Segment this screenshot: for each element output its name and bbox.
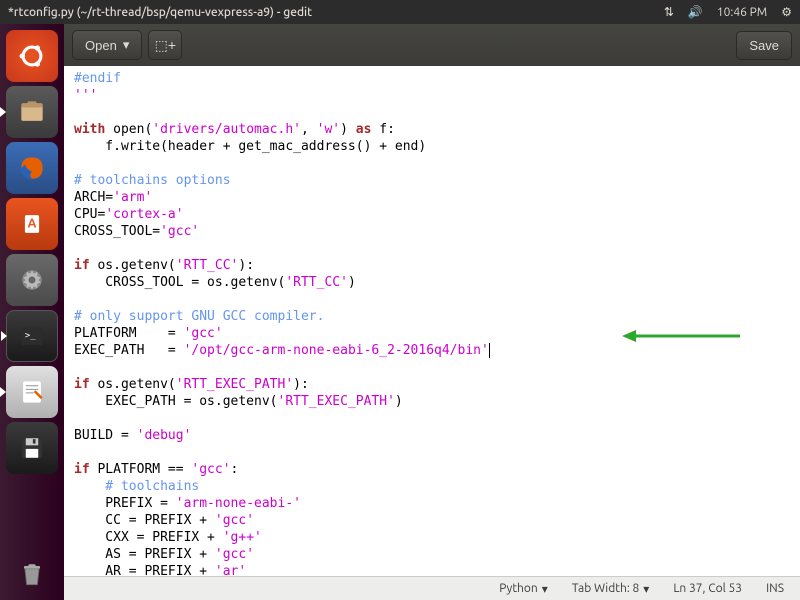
ubuntu-logo-icon: [16, 40, 48, 72]
terminal-icon: >_: [16, 320, 48, 352]
editor-area[interactable]: #endif ''' with open('drivers/automac.h'…: [64, 66, 800, 576]
open-button[interactable]: Open ▾: [72, 30, 142, 60]
chevron-down-icon: ▾: [123, 37, 130, 53]
launcher-save[interactable]: [6, 422, 58, 474]
floppy-icon: [16, 432, 48, 464]
chevron-down-icon: ▾: [643, 582, 649, 596]
launcher-files[interactable]: [6, 86, 58, 138]
language-selector[interactable]: Python▾: [499, 582, 548, 596]
firefox-icon: [16, 152, 48, 184]
volume-icon[interactable]: 🔊: [688, 5, 703, 19]
launcher-arrow-icon: [0, 107, 6, 117]
tabwidth-selector[interactable]: Tab Width: 8▾: [572, 582, 649, 596]
launcher-terminal[interactable]: >_: [6, 310, 58, 362]
open-label: Open: [85, 38, 117, 53]
svg-text:>_: >_: [25, 331, 36, 341]
annotation-arrow: [622, 292, 742, 363]
launcher-arrow-icon: [1, 331, 7, 341]
launcher-arrow-icon: [0, 387, 6, 397]
system-topbar: *rtconfig.py (~/rt-thread/bsp/qemu-vexpr…: [0, 0, 800, 24]
save-label: Save: [749, 38, 779, 53]
arrow-icon: [622, 326, 742, 346]
svg-text:A: A: [28, 217, 37, 231]
launcher-software[interactable]: A: [6, 198, 58, 250]
insert-mode[interactable]: INS: [766, 582, 784, 595]
gedit-icon: [16, 376, 48, 408]
gedit-window: Open ▾ ⬚+ Save #endif ''' with open('driv…: [64, 24, 800, 600]
system-indicators: ⇅ 🔊 10:46 PM ⚙: [664, 5, 792, 19]
clock[interactable]: 10:46 PM: [717, 6, 767, 19]
files-icon: [16, 96, 48, 128]
chevron-down-icon: ▾: [542, 582, 548, 596]
launcher-settings[interactable]: [6, 254, 58, 306]
network-icon[interactable]: ⇅: [664, 5, 674, 19]
trash-icon: [16, 558, 48, 590]
new-tab-icon: ⬚+: [155, 37, 176, 54]
software-icon: A: [16, 208, 48, 240]
toolbar: Open ▾ ⬚+ Save: [64, 24, 800, 66]
new-tab-button[interactable]: ⬚+: [148, 30, 182, 60]
cursor-position: Ln 37, Col 53: [673, 582, 742, 595]
gear-icon[interactable]: ⚙: [781, 5, 792, 19]
settings-icon: [16, 264, 48, 296]
launcher-trash[interactable]: [6, 548, 58, 600]
statusbar: Python▾ Tab Width: 8▾ Ln 37, Col 53 INS: [64, 576, 800, 600]
launcher-dash[interactable]: [6, 30, 58, 82]
window-title: *rtconfig.py (~/rt-thread/bsp/qemu-vexpr…: [8, 6, 664, 19]
launcher-gedit[interactable]: [6, 366, 58, 418]
unity-launcher: A >_: [0, 24, 64, 600]
launcher-firefox[interactable]: [6, 142, 58, 194]
save-button[interactable]: Save: [736, 31, 792, 60]
